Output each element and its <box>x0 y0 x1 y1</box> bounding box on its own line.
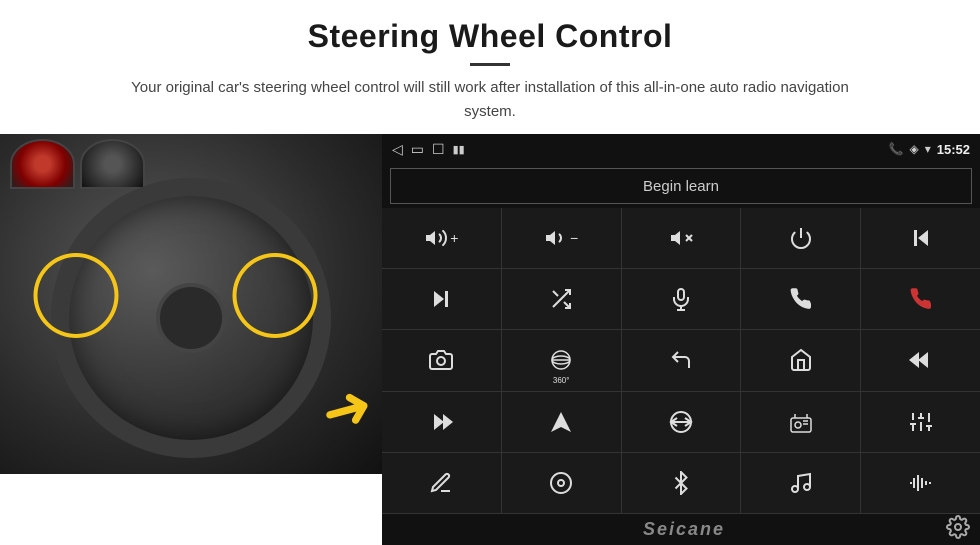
begin-learn-bar[interactable]: Begin learn <box>390 168 972 204</box>
status-bar: ◁ ▭ ☐ ▮▮ 📞 ◈ ▾ 15:52 <box>382 134 980 164</box>
shuffle-button[interactable] <box>502 269 621 329</box>
gauge-left <box>10 139 75 189</box>
power-button[interactable] <box>741 208 860 268</box>
back-nav-icon[interactable]: ◁ <box>392 141 403 158</box>
yellow-arrow: ➜ <box>314 369 381 450</box>
header-section: Steering Wheel Control Your original car… <box>0 0 980 134</box>
radio-button[interactable] <box>741 392 860 452</box>
home-button[interactable] <box>741 330 860 390</box>
navigate-button[interactable] <box>502 392 621 452</box>
wifi-status-icon: ▾ <box>925 142 931 156</box>
view360-button[interactable]: 360° <box>502 330 621 390</box>
fast-forward-button[interactable] <box>382 392 501 452</box>
settings-circle-button[interactable] <box>502 453 621 513</box>
android-screen: ◁ ▭ ☐ ▮▮ 📞 ◈ ▾ 15:52 Begin learn <box>382 134 980 545</box>
begin-learn-label: Begin learn <box>643 178 719 195</box>
equalizer-button[interactable] <box>861 392 980 452</box>
music-button[interactable] <box>741 453 860 513</box>
brand-name: Seicane <box>422 519 946 540</box>
gauge-right <box>80 139 145 189</box>
settings-gear-icon[interactable] <box>946 515 970 545</box>
bottom-bar: Seicane <box>382 513 980 545</box>
highlight-circle-left <box>34 253 119 338</box>
steering-wheel-center <box>156 283 226 353</box>
vol-up-button[interactable]: + <box>382 208 501 268</box>
title-divider <box>470 63 510 66</box>
content-area: ➜ ◁ ▭ ☐ ▮▮ 📞 ◈ ▾ 15:52 <box>0 134 980 545</box>
page-title: Steering Wheel Control <box>60 18 920 55</box>
switch-button[interactable] <box>622 392 741 452</box>
steering-wheel-image: ➜ <box>0 134 382 474</box>
next-track-button[interactable] <box>382 269 501 329</box>
signal-icon: ▮▮ <box>453 143 465 156</box>
steering-bg: ➜ <box>0 134 382 474</box>
prev-track-button[interactable] <box>861 208 980 268</box>
mic-button[interactable] <box>622 269 741 329</box>
time-display: 15:52 <box>937 142 970 157</box>
camera-button[interactable] <box>382 330 501 390</box>
highlight-circle-right <box>233 253 318 338</box>
vol-down-button[interactable]: − <box>502 208 621 268</box>
vol-mute-button[interactable] <box>622 208 741 268</box>
phone-button[interactable] <box>741 269 860 329</box>
dashboard-gauges <box>10 139 145 189</box>
phone-status-icon: 📞 <box>889 142 904 156</box>
status-right: 📞 ◈ ▾ 15:52 <box>889 142 970 157</box>
wave-button[interactable] <box>861 453 980 513</box>
home-nav-icon[interactable]: ▭ <box>411 141 424 158</box>
bluetooth-button[interactable] <box>622 453 741 513</box>
page-wrapper: Steering Wheel Control Your original car… <box>0 0 980 545</box>
location-status-icon: ◈ <box>909 142 918 156</box>
controls-grid: + − <box>382 208 980 513</box>
edit-button[interactable] <box>382 453 501 513</box>
back-button[interactable] <box>622 330 741 390</box>
skip-back-button[interactable] <box>861 330 980 390</box>
recent-nav-icon[interactable]: ☐ <box>432 141 445 158</box>
status-left: ◁ ▭ ☐ ▮▮ <box>392 141 465 158</box>
hang-up-button[interactable] <box>861 269 980 329</box>
subtitle-text: Your original car's steering wheel contr… <box>115 76 865 124</box>
